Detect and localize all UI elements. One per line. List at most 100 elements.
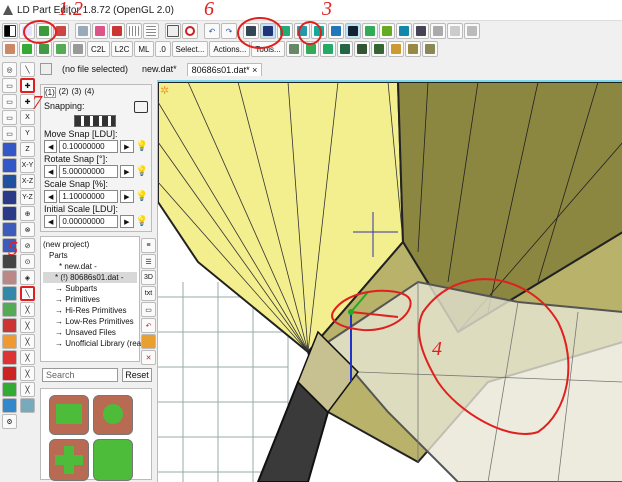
left-tool-icon-10[interactable] bbox=[2, 206, 17, 221]
axis-tool-icon-10[interactable]: ╳ bbox=[20, 302, 35, 317]
redo-icon[interactable]: ↷ bbox=[221, 23, 237, 39]
left-tool-icon-16[interactable] bbox=[2, 302, 17, 317]
tool-icon-1[interactable] bbox=[75, 23, 91, 39]
axis-tool-icon-4[interactable]: ⊕ bbox=[20, 206, 35, 221]
view-cube-icon-6[interactable] bbox=[328, 23, 344, 39]
left-tool-icon-23[interactable]: ⚙ bbox=[2, 414, 17, 429]
y-axis-icon[interactable]: Y bbox=[20, 126, 35, 141]
tab-part-dat[interactable]: 80686s01.dat* × bbox=[186, 62, 263, 76]
tree-item-parts[interactable]: Parts bbox=[43, 250, 137, 261]
shape-icon[interactable] bbox=[165, 23, 181, 39]
tree-item-unsaved[interactable]: → Unsaved Files bbox=[43, 327, 137, 338]
view-cube-icon-1[interactable] bbox=[243, 23, 259, 39]
z-axis-icon[interactable]: Z bbox=[20, 142, 35, 157]
axis-tool-icon-8[interactable]: ◈ bbox=[20, 270, 35, 285]
left-tool-icon-3[interactable]: ▭ bbox=[2, 94, 17, 109]
xy-plane-icon[interactable]: X-Y bbox=[20, 158, 35, 173]
ml-button[interactable]: ML bbox=[134, 41, 154, 57]
brick-part-icon[interactable] bbox=[49, 395, 89, 435]
rotate-snap-decrease[interactable]: ◀ bbox=[44, 165, 58, 178]
undo-icon[interactable]: ↶ bbox=[204, 23, 220, 39]
view-cube-icon-12[interactable] bbox=[430, 23, 446, 39]
view-cube-icon-4[interactable] bbox=[294, 23, 310, 39]
actions-menu-button[interactable]: Actions... bbox=[209, 41, 251, 57]
rotate-snap-increase[interactable]: ▶ bbox=[120, 165, 134, 178]
left-tool-icon-1[interactable]: ◎ bbox=[2, 62, 17, 77]
tab-close-icon[interactable]: × bbox=[252, 65, 257, 75]
axis-tool-icon-7[interactable]: ⊙ bbox=[20, 254, 35, 269]
window-icon[interactable]: ▭ bbox=[141, 302, 156, 317]
yz-plane-icon[interactable]: Y-Z bbox=[20, 190, 35, 205]
menu-icon[interactable]: ≡ bbox=[141, 238, 156, 253]
view-cube-icon-13[interactable] bbox=[447, 23, 463, 39]
tool-l-icon[interactable] bbox=[387, 41, 404, 57]
tool-h-icon[interactable] bbox=[319, 41, 336, 57]
axis-tool-icon-13[interactable]: ╳ bbox=[20, 350, 35, 365]
xz-plane-icon[interactable]: X-Z bbox=[20, 174, 35, 189]
left-tool-icon-20[interactable] bbox=[2, 366, 17, 381]
round-part-icon[interactable] bbox=[93, 395, 133, 435]
snap-grid-icons[interactable] bbox=[74, 115, 116, 127]
left-tool-icon-22[interactable] bbox=[2, 398, 17, 413]
delete-icon[interactable]: ✕ bbox=[141, 350, 156, 365]
left-tool-icon-6[interactable] bbox=[2, 142, 17, 157]
axis-tool-icon-12[interactable]: ╳ bbox=[20, 334, 35, 349]
axis-tool-icon-5[interactable]: ⊗ bbox=[20, 222, 35, 237]
view-cube-icon-10[interactable] bbox=[396, 23, 412, 39]
select-mode-icon[interactable] bbox=[19, 23, 35, 39]
undo-close-icon[interactable]: ↶ bbox=[141, 318, 156, 333]
tool-a-icon[interactable] bbox=[2, 41, 18, 57]
dim-icon[interactable]: .0 bbox=[154, 41, 171, 57]
cross-part-icon[interactable] bbox=[49, 439, 89, 481]
view-cube-icon-14[interactable] bbox=[464, 23, 480, 39]
initial-scale-hint-icon[interactable]: 💡 bbox=[136, 216, 148, 227]
copy-icon[interactable] bbox=[141, 334, 156, 349]
axis-tool-icon-1[interactable]: ╲ bbox=[20, 62, 35, 77]
left-tool-icon-2[interactable]: ▭ bbox=[2, 78, 17, 93]
pencil-icon[interactable] bbox=[53, 23, 69, 39]
view-cube-icon-8[interactable] bbox=[362, 23, 378, 39]
l2c-button[interactable]: L2C bbox=[110, 41, 134, 57]
tool-n-icon[interactable] bbox=[421, 41, 438, 57]
tool-j-icon[interactable] bbox=[353, 41, 370, 57]
left-tool-icon-9[interactable] bbox=[2, 190, 17, 205]
list-icon[interactable]: ☰ bbox=[141, 254, 156, 269]
tree-item-hires[interactable]: → Hi-Res Primitives bbox=[43, 305, 137, 316]
axis-tool-icon-11[interactable]: ╳ bbox=[20, 318, 35, 333]
left-tool-icon-18[interactable] bbox=[2, 334, 17, 349]
initial-scale-input[interactable]: 0.00000000 bbox=[59, 215, 119, 228]
tool-e-icon[interactable] bbox=[70, 41, 86, 57]
scale-snap-hint-icon[interactable]: 💡 bbox=[136, 191, 148, 202]
left-tool-icon-21[interactable] bbox=[2, 382, 17, 397]
select-menu-button[interactable]: Select... bbox=[171, 41, 209, 57]
axis-tool-icon-15[interactable]: ╳ bbox=[20, 382, 35, 397]
scale-snap-input[interactable]: 1.10000000 bbox=[59, 190, 119, 203]
tool-g-icon[interactable] bbox=[302, 41, 319, 57]
grid-icon[interactable] bbox=[126, 23, 142, 39]
tools-menu-button[interactable]: Tools... bbox=[251, 41, 285, 57]
tab-new-dat[interactable]: new.dat* bbox=[138, 63, 181, 75]
view-cube-icon-5[interactable] bbox=[311, 23, 327, 39]
tool-i-icon[interactable] bbox=[336, 41, 353, 57]
move-snap-hint-icon[interactable]: 💡 bbox=[136, 141, 148, 152]
view-3d-button[interactable]: 3D bbox=[141, 270, 156, 285]
left-tool-icon-17[interactable] bbox=[2, 318, 17, 333]
axis-tool-icon-2[interactable]: ✚ bbox=[20, 78, 35, 93]
left-tool-icon-15[interactable] bbox=[2, 286, 17, 301]
tool-b-icon[interactable] bbox=[19, 41, 35, 57]
tool-k-icon[interactable] bbox=[370, 41, 387, 57]
tree-item-unofficial[interactable]: → Unofficial Library (rea bbox=[43, 338, 141, 349]
tool-f-icon[interactable] bbox=[285, 41, 302, 57]
cube-part-icon[interactable] bbox=[93, 439, 133, 481]
tool-c-icon[interactable] bbox=[36, 41, 52, 57]
axis-tool-icon-14[interactable]: ╳ bbox=[20, 366, 35, 381]
color-black-white-icon[interactable] bbox=[2, 23, 18, 39]
move-snap-decrease[interactable]: ◀ bbox=[44, 140, 58, 153]
left-tool-icon-4[interactable]: ▭ bbox=[2, 110, 17, 125]
tree-item-project[interactable]: (new project) bbox=[43, 239, 137, 250]
3d-viewport[interactable]: ✲ bbox=[157, 80, 622, 482]
reset-button[interactable]: Reset bbox=[122, 368, 152, 382]
left-tool-icon-5[interactable]: ▭ bbox=[2, 126, 17, 141]
axis-tool-icon-6[interactable]: ⊘ bbox=[20, 238, 35, 253]
tool-m-icon[interactable] bbox=[404, 41, 421, 57]
